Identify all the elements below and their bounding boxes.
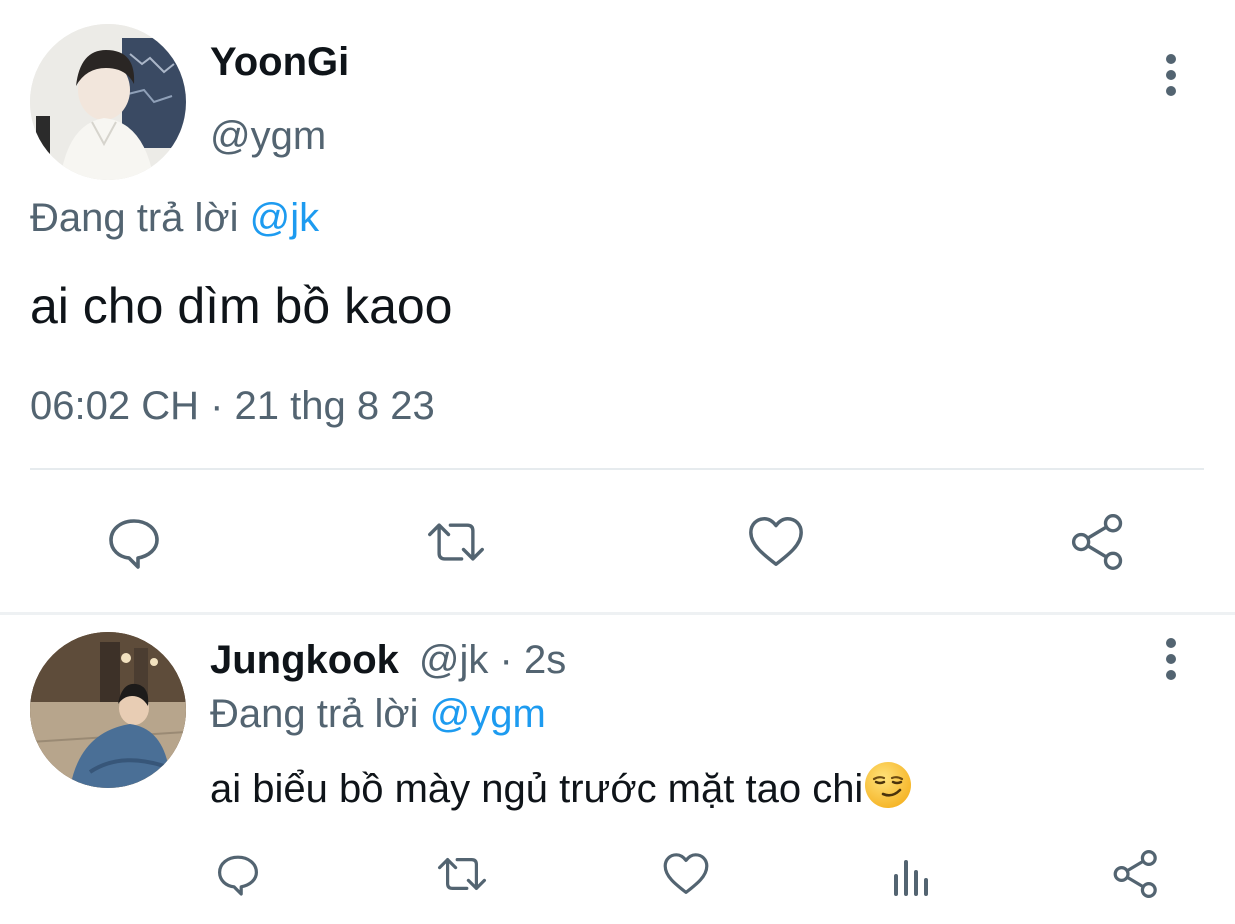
replying-to-mention[interactable]: @jk bbox=[250, 196, 320, 240]
tweet-timestamp[interactable]: 06:02 CH · 21 thg 8 23 bbox=[30, 382, 435, 430]
avatar-jungkook[interactable] bbox=[30, 632, 186, 788]
reply-author-handle-time[interactable]: @jk · 2s bbox=[419, 638, 566, 682]
avatar-yoongi[interactable] bbox=[30, 24, 186, 180]
thread-separator bbox=[0, 612, 1235, 615]
reply-replying-to-line: Đang trả lời @ygm bbox=[210, 690, 546, 738]
replying-to-line: Đang trả lời @jk bbox=[30, 194, 319, 242]
reply-header: Jungkook @jk · 2s bbox=[210, 634, 566, 686]
heart-icon bbox=[749, 517, 803, 566]
replying-to-mention[interactable]: @ygm bbox=[430, 692, 546, 736]
retweet-icon bbox=[437, 858, 486, 890]
author-display-name[interactable]: YoonGi bbox=[210, 38, 349, 86]
heart-icon bbox=[663, 853, 709, 894]
share-icon bbox=[1113, 850, 1157, 898]
reply-icon bbox=[109, 519, 159, 569]
reply-button[interactable] bbox=[212, 848, 264, 900]
retweet-button[interactable] bbox=[436, 848, 488, 900]
main-tweet: YoonGi @ygm Đang trả lời @jk ai cho dìm … bbox=[0, 0, 1235, 612]
share-button[interactable] bbox=[1110, 848, 1162, 900]
tweet-text: ai cho dìm bồ kaoo bbox=[30, 278, 453, 334]
retweet-icon bbox=[428, 523, 484, 561]
reply-button[interactable] bbox=[104, 512, 164, 572]
divider bbox=[30, 468, 1204, 470]
like-button[interactable] bbox=[660, 848, 712, 900]
reply-tweet-text-line: ai biểu bồ mày ngủ trước mặt tao chi bbox=[210, 760, 913, 815]
reply-author-display-name[interactable]: Jungkook bbox=[210, 638, 399, 682]
author-handle[interactable]: @ygm bbox=[210, 112, 326, 160]
replying-to-prefix: Đang trả lời bbox=[30, 196, 250, 240]
smirking-face-emoji bbox=[865, 762, 912, 808]
replying-to-prefix: Đang trả lời bbox=[210, 692, 430, 736]
avatar-image bbox=[30, 632, 186, 788]
more-options-icon[interactable] bbox=[1165, 54, 1177, 98]
like-button[interactable] bbox=[746, 512, 806, 572]
reply-icon bbox=[218, 855, 258, 896]
retweet-button[interactable] bbox=[426, 512, 486, 572]
analytics-icon bbox=[894, 860, 928, 896]
analytics-button[interactable] bbox=[884, 848, 936, 900]
tweet-thread-screen: YoonGi @ygm Đang trả lời @jk ai cho dìm … bbox=[0, 0, 1235, 924]
share-icon bbox=[1071, 514, 1123, 570]
reply-tweet-text: ai biểu bồ mày ngủ trước mặt tao chi bbox=[210, 767, 864, 811]
share-button[interactable] bbox=[1068, 512, 1128, 572]
avatar-image bbox=[30, 24, 186, 180]
more-options-icon[interactable] bbox=[1165, 638, 1177, 682]
